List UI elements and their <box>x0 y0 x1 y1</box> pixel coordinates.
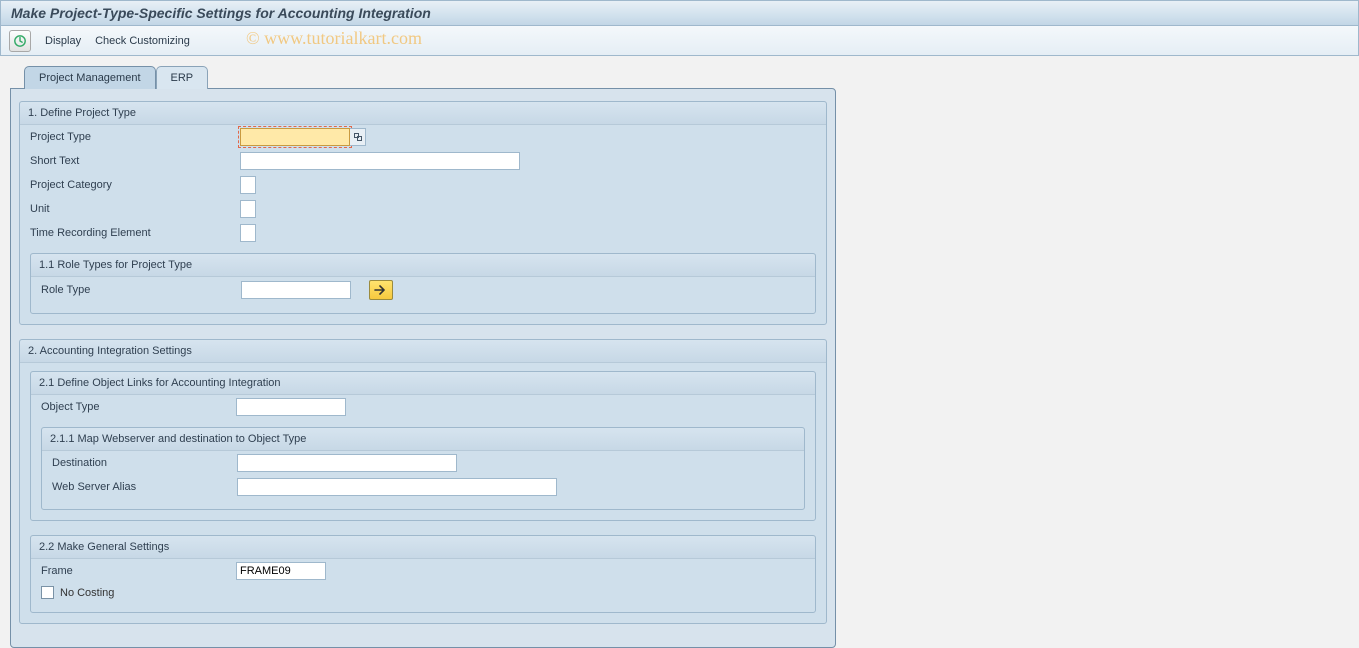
label-no-costing: No Costing <box>60 587 114 599</box>
subgroup-role-types: 1.1 Role Types for Project Type Role Typ… <box>30 253 816 314</box>
page-title: Make Project-Type-Specific Settings for … <box>11 5 431 21</box>
label-time-recording-element: Time Recording Element <box>30 227 240 239</box>
subgroup-map-webserver: 2.1.1 Map Webserver and destination to O… <box>41 427 805 510</box>
label-destination: Destination <box>52 457 237 469</box>
tab-panel-project-management: 1. Define Project Type Project Type Shor… <box>10 88 836 648</box>
execute-icon-button[interactable] <box>9 30 31 52</box>
search-help-icon <box>354 133 362 141</box>
group-accounting-integration: 2. Accounting Integration Settings 2.1 D… <box>19 339 827 624</box>
label-frame: Frame <box>41 565 236 577</box>
project-type-f4-icon[interactable] <box>350 128 366 146</box>
web-server-alias-input[interactable] <box>237 478 557 496</box>
label-project-type: Project Type <box>30 131 240 143</box>
project-category-input[interactable] <box>240 176 256 194</box>
window-titlebar: Make Project-Type-Specific Settings for … <box>0 0 1359 26</box>
label-short-text: Short Text <box>30 155 240 167</box>
label-project-category: Project Category <box>30 179 240 191</box>
display-button[interactable]: Display <box>45 35 81 47</box>
label-web-server-alias: Web Server Alias <box>52 481 237 493</box>
subgroup-title-1-1: 1.1 Role Types for Project Type <box>31 254 815 277</box>
project-type-input[interactable] <box>240 128 350 146</box>
execute-clock-icon <box>13 34 27 48</box>
group-title-1: 1. Define Project Type <box>20 102 826 125</box>
destination-input[interactable] <box>237 454 457 472</box>
unit-input[interactable] <box>240 200 256 218</box>
subgroup-title-2-1: 2.1 Define Object Links for Accounting I… <box>31 372 815 395</box>
content-area: Project Management ERP 1. Define Project… <box>0 58 1359 633</box>
tab-erp[interactable]: ERP <box>156 66 209 89</box>
frame-input[interactable] <box>236 562 326 580</box>
label-object-type: Object Type <box>41 401 236 413</box>
label-role-type: Role Type <box>41 284 241 296</box>
group-define-project-type: 1. Define Project Type Project Type Shor… <box>19 101 827 325</box>
app-toolbar: Display Check Customizing © www.tutorial… <box>0 26 1359 56</box>
arrow-right-icon <box>374 285 388 295</box>
role-type-input[interactable] <box>241 281 351 299</box>
tab-project-management[interactable]: Project Management <box>24 66 156 89</box>
tabstrip: Project Management ERP <box>24 66 1349 89</box>
object-type-input[interactable] <box>236 398 346 416</box>
time-recording-input[interactable] <box>240 224 256 242</box>
subgroup-general-settings: 2.2 Make General Settings Frame No Costi… <box>30 535 816 613</box>
watermark-text: © www.tutorialkart.com <box>246 28 422 49</box>
subgroup-object-links: 2.1 Define Object Links for Accounting I… <box>30 371 816 521</box>
role-type-next-button[interactable] <box>369 280 393 300</box>
label-unit: Unit <box>30 203 240 215</box>
no-costing-checkbox[interactable] <box>41 586 54 599</box>
subgroup-title-2-2: 2.2 Make General Settings <box>31 536 815 559</box>
subgroup-title-2-1-1: 2.1.1 Map Webserver and destination to O… <box>42 428 804 451</box>
short-text-input[interactable] <box>240 152 520 170</box>
group-title-2: 2. Accounting Integration Settings <box>20 340 826 363</box>
check-customizing-button[interactable]: Check Customizing <box>95 35 190 47</box>
